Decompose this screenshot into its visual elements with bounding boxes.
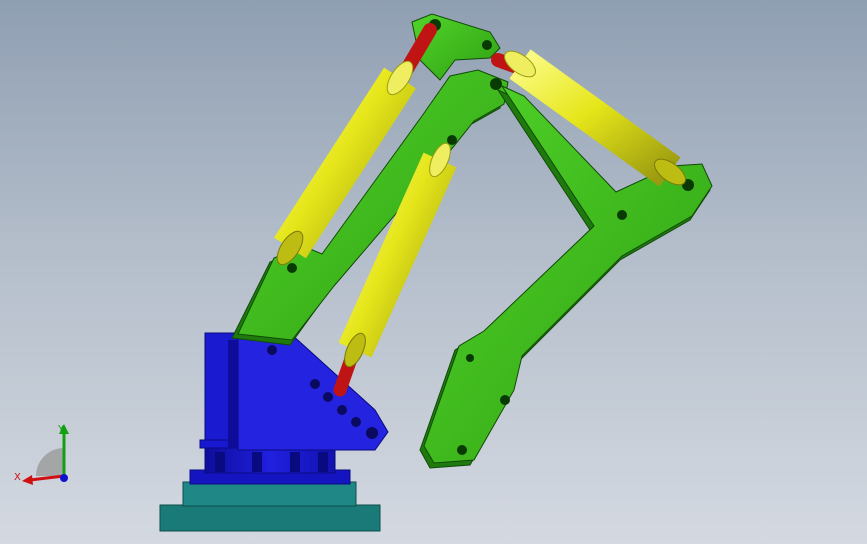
model-viewport[interactable]: Y X [0, 0, 867, 544]
z-axis-icon [60, 474, 68, 482]
x-axis-label: X [14, 472, 21, 483]
x-axis-icon [29, 474, 65, 482]
triad-plane-icon [36, 448, 64, 476]
axis-triad: Y X [14, 424, 69, 485]
stick-arm[interactable] [419, 84, 713, 469]
base-plate[interactable] [159, 481, 381, 532]
y-axis-label: Y [57, 424, 65, 435]
robot-arm-model[interactable] [0, 0, 867, 544]
